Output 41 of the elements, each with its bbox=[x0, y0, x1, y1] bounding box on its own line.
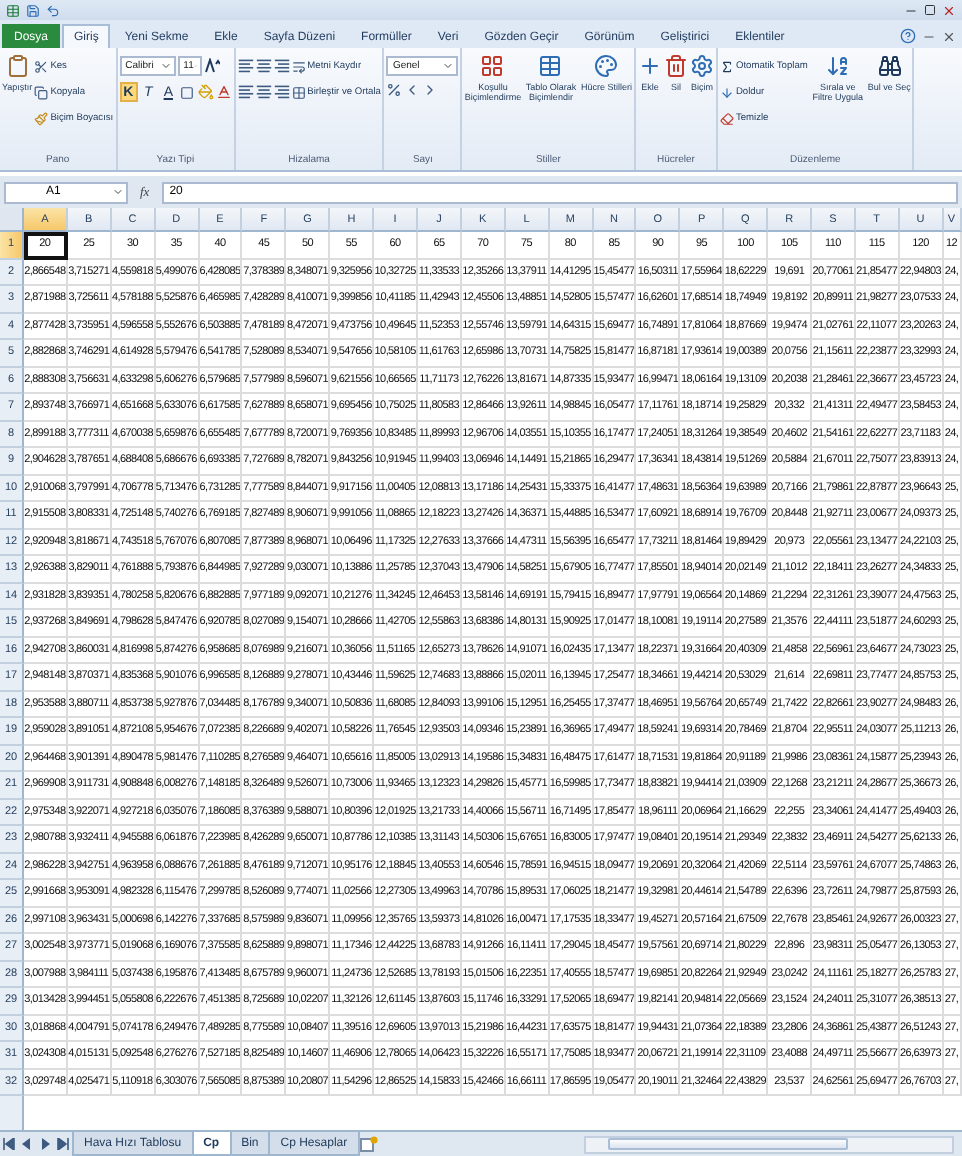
plus-icon bbox=[637, 54, 662, 78]
close-icon bbox=[942, 3, 956, 17]
merge-icon bbox=[291, 85, 306, 99]
first-sheet-icon[interactable] bbox=[0, 1132, 18, 1156]
grow-font-icon[interactable] bbox=[203, 56, 220, 76]
spreadsheet-icon bbox=[6, 3, 20, 17]
scissors-icon bbox=[34, 59, 49, 73]
arrow-down-icon bbox=[719, 85, 734, 99]
grid-icon bbox=[480, 54, 505, 78]
palette-icon bbox=[594, 54, 619, 78]
eraser-icon bbox=[719, 111, 734, 125]
sigma-icon bbox=[719, 59, 734, 73]
last-sheet-icon[interactable] bbox=[54, 1132, 72, 1156]
undo-icon bbox=[46, 3, 60, 17]
percent-icon bbox=[386, 82, 403, 98]
align-bottom-icon bbox=[273, 58, 290, 74]
caret-icon bbox=[442, 60, 455, 72]
align-top-icon bbox=[237, 58, 254, 74]
table-icon bbox=[538, 54, 563, 78]
trash-icon bbox=[663, 54, 688, 78]
save-icon bbox=[26, 3, 40, 17]
caret-icon bbox=[112, 186, 124, 198]
horizontal-scrollbar[interactable] bbox=[584, 1135, 954, 1153]
copy-icon bbox=[34, 85, 49, 99]
border-icon[interactable] bbox=[179, 82, 196, 102]
gear-icon bbox=[689, 54, 714, 78]
align-right-icon bbox=[273, 84, 290, 100]
scroll-thumb[interactable] bbox=[608, 1138, 848, 1150]
align-left-icon bbox=[237, 84, 254, 100]
align-center-icon bbox=[255, 84, 272, 100]
align-middle-icon bbox=[255, 58, 272, 74]
caret-icon bbox=[159, 60, 172, 72]
insert-sheet-icon[interactable] bbox=[357, 1132, 382, 1156]
close-icon bbox=[942, 29, 956, 43]
clipboard-icon bbox=[5, 54, 30, 78]
wrap-text-icon bbox=[291, 59, 306, 73]
binoculars-icon bbox=[877, 54, 902, 78]
sort-icon bbox=[825, 54, 850, 78]
paintbrush-icon bbox=[34, 111, 49, 125]
maximize-icon bbox=[924, 4, 936, 16]
help-icon bbox=[900, 28, 916, 44]
